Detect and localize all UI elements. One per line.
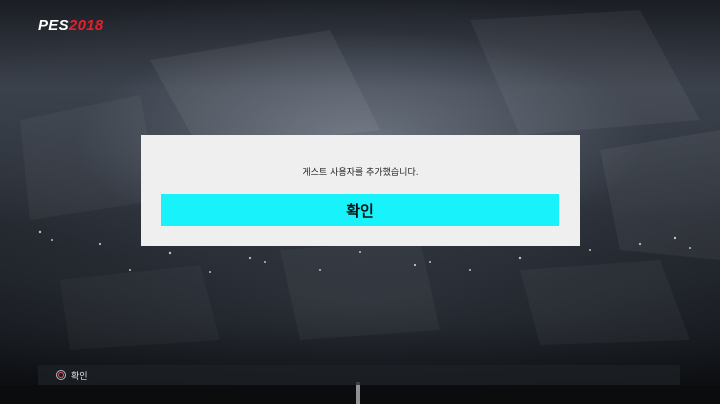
confirm-button[interactable]: 확인	[161, 194, 559, 226]
logo-year: 2018	[68, 17, 104, 34]
hint-confirm-label[interactable]: 확인	[71, 369, 88, 382]
confirmation-dialog: 게스트 사용자를 추가했습니다. 확인	[141, 135, 580, 246]
pes-2018-logo: PES2018	[38, 17, 104, 34]
circle-button-icon	[56, 370, 66, 380]
button-hint-bar: 확인	[38, 365, 680, 385]
logo-brand: PES	[38, 17, 69, 34]
dialog-message: 게스트 사용자를 추가했습니다.	[302, 168, 419, 178]
